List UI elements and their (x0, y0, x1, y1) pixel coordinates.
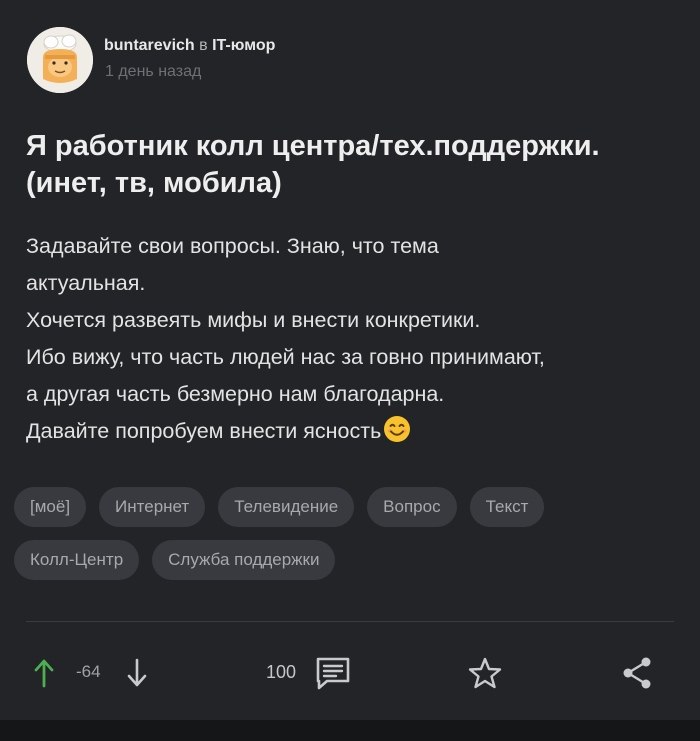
tag-row: Колл-Центр Служба поддержки (14, 540, 694, 580)
star-icon[interactable] (468, 656, 502, 690)
share-icon[interactable] (620, 656, 654, 690)
rating-value: -64 (76, 662, 101, 681)
post-body: Задавайте свои вопросы. Знаю, что тема а… (26, 228, 686, 450)
feed-gap (0, 720, 700, 741)
tag-list: [моё] Интернет Телевидение Вопрос Текст … (14, 487, 694, 593)
arrow-up-icon[interactable] (33, 658, 55, 688)
comment-icon[interactable] (315, 656, 351, 690)
community-name[interactable]: IT-юмор (212, 37, 275, 54)
tag[interactable]: Интернет (99, 487, 206, 527)
post-title[interactable]: Я работник колл центра/тех.поддержки. (и… (26, 128, 676, 202)
tag[interactable]: Телевидение (218, 487, 355, 527)
title-line: Я работник колл центра/тех.поддержки. (26, 130, 600, 162)
author-avatar[interactable] (27, 27, 93, 93)
body-line: а другая часть безмерно нам благодарна. (26, 382, 445, 406)
tag[interactable]: Служба поддержки (152, 540, 336, 580)
body-line: актуальная. (26, 271, 146, 295)
divider (26, 621, 674, 622)
comments-count[interactable]: 100 (266, 662, 296, 683)
tag[interactable]: [моё] (14, 487, 87, 527)
arrow-down-icon[interactable] (126, 658, 148, 688)
tag[interactable]: Колл-Центр (14, 540, 140, 580)
body-line: Ибо вижу, что часть людей нас за говно п… (26, 345, 545, 369)
body-line: Задавайте свои вопросы. Знаю, что тема (26, 234, 439, 258)
body-line-last: Давайте попробуем внести ясность (26, 413, 686, 450)
tag[interactable]: Текст (469, 487, 545, 527)
post-card: buntarevich в IT-юмор 1 день назад Я раб… (0, 0, 700, 720)
avatar-cartoon-image (27, 27, 93, 93)
body-line: Давайте попробуем внести ясность (26, 419, 382, 443)
tag-row: [моё] Интернет Телевидение Вопрос Текст (14, 487, 694, 527)
in-word: в (199, 37, 208, 54)
author-name[interactable]: buntarevich (104, 37, 195, 54)
title-line: (инет, тв, мобила) (26, 167, 282, 199)
post-time: 1 день назад (105, 63, 202, 80)
post-actions-bar: -64 100 (0, 640, 700, 710)
tag[interactable]: Вопрос (367, 487, 457, 527)
author-line: buntarevich в IT-юмор (104, 37, 275, 55)
body-line: Хочется развеять мифы и внести конкретик… (26, 308, 481, 332)
smiling-face-emoji (384, 416, 411, 442)
